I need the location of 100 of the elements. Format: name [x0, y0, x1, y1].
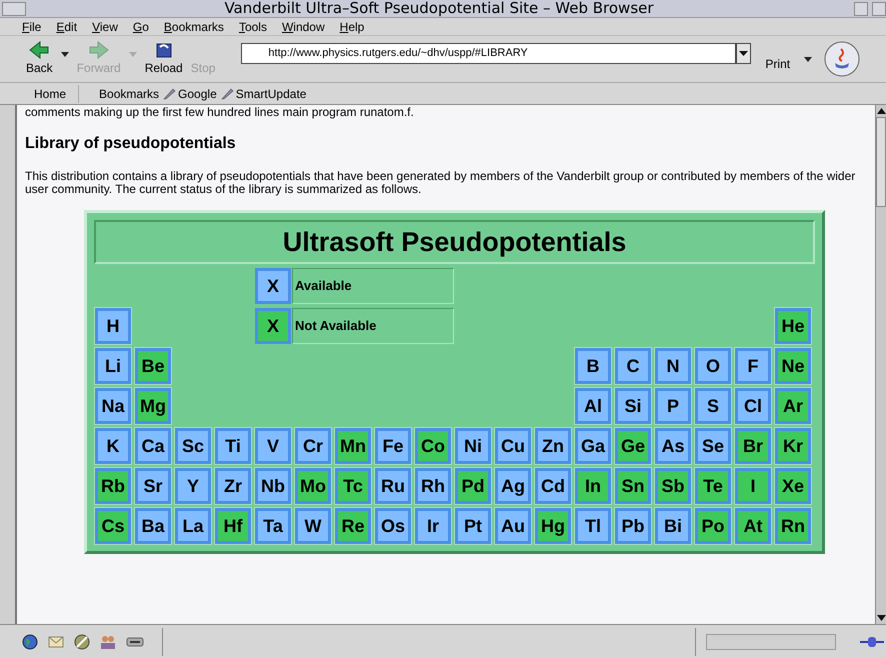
element-cell[interactable]: Ta [255, 508, 291, 544]
element-cell[interactable]: Zn [535, 428, 571, 464]
element-cell[interactable]: Ba [135, 508, 171, 544]
menu-item[interactable]: Bookmarks [164, 18, 224, 36]
element-cell[interactable]: Ru [375, 468, 411, 504]
element-cell[interactable]: At [735, 508, 771, 544]
element-cell[interactable]: Ar [775, 388, 811, 424]
caret-icon[interactable] [60, 52, 69, 56]
sidebar-grip[interactable] [0, 105, 17, 624]
element-cell[interactable]: Ti [215, 428, 251, 464]
element-cell[interactable]: Co [415, 428, 451, 464]
compose-icon[interactable] [74, 634, 90, 650]
element-cell[interactable]: Al [575, 388, 611, 424]
bookmark-link[interactable]: SmartUpdate [220, 84, 306, 102]
element-cell[interactable]: He [775, 308, 811, 344]
element-cell[interactable]: Tc [335, 468, 371, 504]
element-cell[interactable]: Sc [175, 428, 211, 464]
element-cell[interactable]: Li [95, 348, 131, 384]
window-menu-button[interactable] [2, 2, 26, 16]
element-cell[interactable]: F [735, 348, 771, 384]
menu-item[interactable]: Edit [56, 18, 78, 36]
element-cell[interactable]: Cu [495, 428, 531, 464]
element-cell[interactable]: Hg [535, 508, 571, 544]
element-cell[interactable]: C [615, 348, 651, 384]
home-button[interactable]: Home [22, 84, 80, 102]
element-cell[interactable]: Ag [495, 468, 531, 504]
toolbar-button[interactable]: Reload [140, 41, 187, 77]
element-cell[interactable]: Zr [215, 468, 251, 504]
element-cell[interactable]: Ge [615, 428, 651, 464]
element-cell[interactable]: N [655, 348, 691, 384]
menu-item[interactable]: Help [340, 18, 364, 36]
element-cell[interactable]: P [655, 388, 691, 424]
element-cell[interactable]: Tl [575, 508, 611, 544]
element-cell[interactable]: Ga [575, 428, 611, 464]
minimize-button[interactable] [854, 2, 868, 16]
element-cell[interactable]: Be [135, 348, 171, 384]
element-cell[interactable]: Se [695, 428, 731, 464]
element-cell[interactable]: Mn [335, 428, 371, 464]
mail-icon[interactable] [48, 636, 64, 648]
menu-item[interactable]: Go [132, 18, 149, 36]
scroll-thumb[interactable] [876, 117, 886, 207]
element-cell[interactable]: Rh [415, 468, 451, 504]
vertical-scrollbar[interactable] [875, 105, 886, 624]
element-cell[interactable]: B [575, 348, 611, 384]
menu-item[interactable]: Window [282, 18, 325, 36]
menu-item[interactable]: View [92, 18, 118, 36]
element-cell[interactable]: Rn [775, 508, 811, 544]
element-cell[interactable]: Cd [535, 468, 571, 504]
globe-icon[interactable] [22, 634, 38, 650]
element-cell[interactable]: O [695, 348, 731, 384]
element-cell[interactable]: Y [175, 468, 211, 504]
element-cell[interactable]: Ni [455, 428, 491, 464]
element-cell[interactable]: Cl [735, 388, 771, 424]
element-cell[interactable]: Pt [455, 508, 491, 544]
element-cell[interactable]: Sb [655, 468, 691, 504]
element-cell[interactable]: Cr [295, 428, 331, 464]
print-button[interactable]: Print [765, 55, 790, 73]
element-cell[interactable]: Os [375, 508, 411, 544]
element-cell[interactable]: Xe [775, 468, 811, 504]
element-cell[interactable]: Fe [375, 428, 411, 464]
element-cell[interactable]: Pb [615, 508, 651, 544]
dropdown-icon[interactable] [736, 42, 752, 64]
menu-item[interactable]: Tools [238, 18, 267, 36]
element-cell[interactable]: In [575, 468, 611, 504]
element-cell[interactable]: Re [335, 508, 371, 544]
element-cell[interactable]: Te [695, 468, 731, 504]
bookmarks-menu[interactable]: Bookmarks [99, 84, 160, 102]
caret-icon[interactable] [804, 56, 812, 62]
element-cell[interactable]: W [295, 508, 331, 544]
element-cell[interactable]: Po [695, 508, 731, 544]
element-cell[interactable]: Sn [615, 468, 651, 504]
element-cell[interactable]: Sr [135, 468, 171, 504]
element-cell[interactable]: Ir [415, 508, 451, 544]
element-cell[interactable]: Pd [455, 468, 491, 504]
element-cell[interactable]: V [255, 428, 291, 464]
url-field[interactable]: http://www.physics.rutgers.edu/~dhv/uspp/#LIBRARY [241, 42, 736, 64]
composer-icon[interactable] [126, 636, 144, 648]
element-cell[interactable]: Mg [135, 388, 171, 424]
element-cell[interactable]: La [175, 508, 211, 544]
people-icon[interactable] [100, 634, 116, 650]
element-cell[interactable]: Cs [95, 508, 131, 544]
element-cell[interactable]: S [695, 388, 731, 424]
maximize-button[interactable] [872, 2, 886, 16]
element-cell[interactable]: Mo [295, 468, 331, 504]
element-cell[interactable]: K [95, 428, 131, 464]
toolbar-button[interactable]: Back [22, 41, 57, 77]
element-cell[interactable]: Na [95, 388, 131, 424]
element-cell[interactable]: Hf [215, 508, 251, 544]
element-cell[interactable]: Au [495, 508, 531, 544]
element-cell[interactable]: Ne [775, 348, 811, 384]
element-cell[interactable]: Bi [655, 508, 691, 544]
element-cell[interactable]: I [735, 468, 771, 504]
element-cell[interactable]: As [655, 428, 691, 464]
element-cell[interactable]: Br [735, 428, 771, 464]
element-cell[interactable]: Rb [95, 468, 131, 504]
element-cell[interactable]: Ca [135, 428, 171, 464]
menu-item[interactable]: File [22, 18, 42, 36]
element-cell[interactable]: H [95, 308, 131, 344]
java-logo-icon[interactable] [824, 41, 860, 77]
element-cell[interactable]: Kr [775, 428, 811, 464]
